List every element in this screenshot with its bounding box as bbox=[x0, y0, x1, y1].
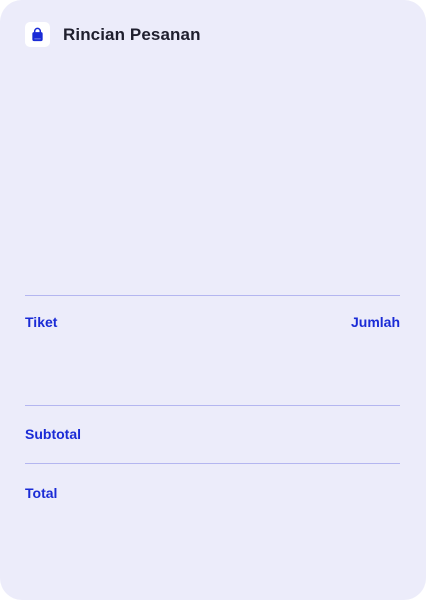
shopping-bag-icon bbox=[25, 22, 50, 47]
total-label: Total bbox=[25, 485, 58, 501]
divider-bottom bbox=[25, 463, 400, 464]
subtotal-label: Subtotal bbox=[25, 426, 81, 442]
order-details-card: Rincian Pesanan Tiket Jumlah Subtotal To… bbox=[0, 0, 426, 600]
divider-middle bbox=[25, 405, 400, 406]
ticket-label: Tiket bbox=[25, 314, 58, 330]
quantity-label: Jumlah bbox=[350, 314, 400, 330]
card-header: Rincian Pesanan bbox=[25, 22, 201, 47]
page-title: Rincian Pesanan bbox=[63, 24, 201, 44]
divider-top bbox=[25, 295, 400, 296]
